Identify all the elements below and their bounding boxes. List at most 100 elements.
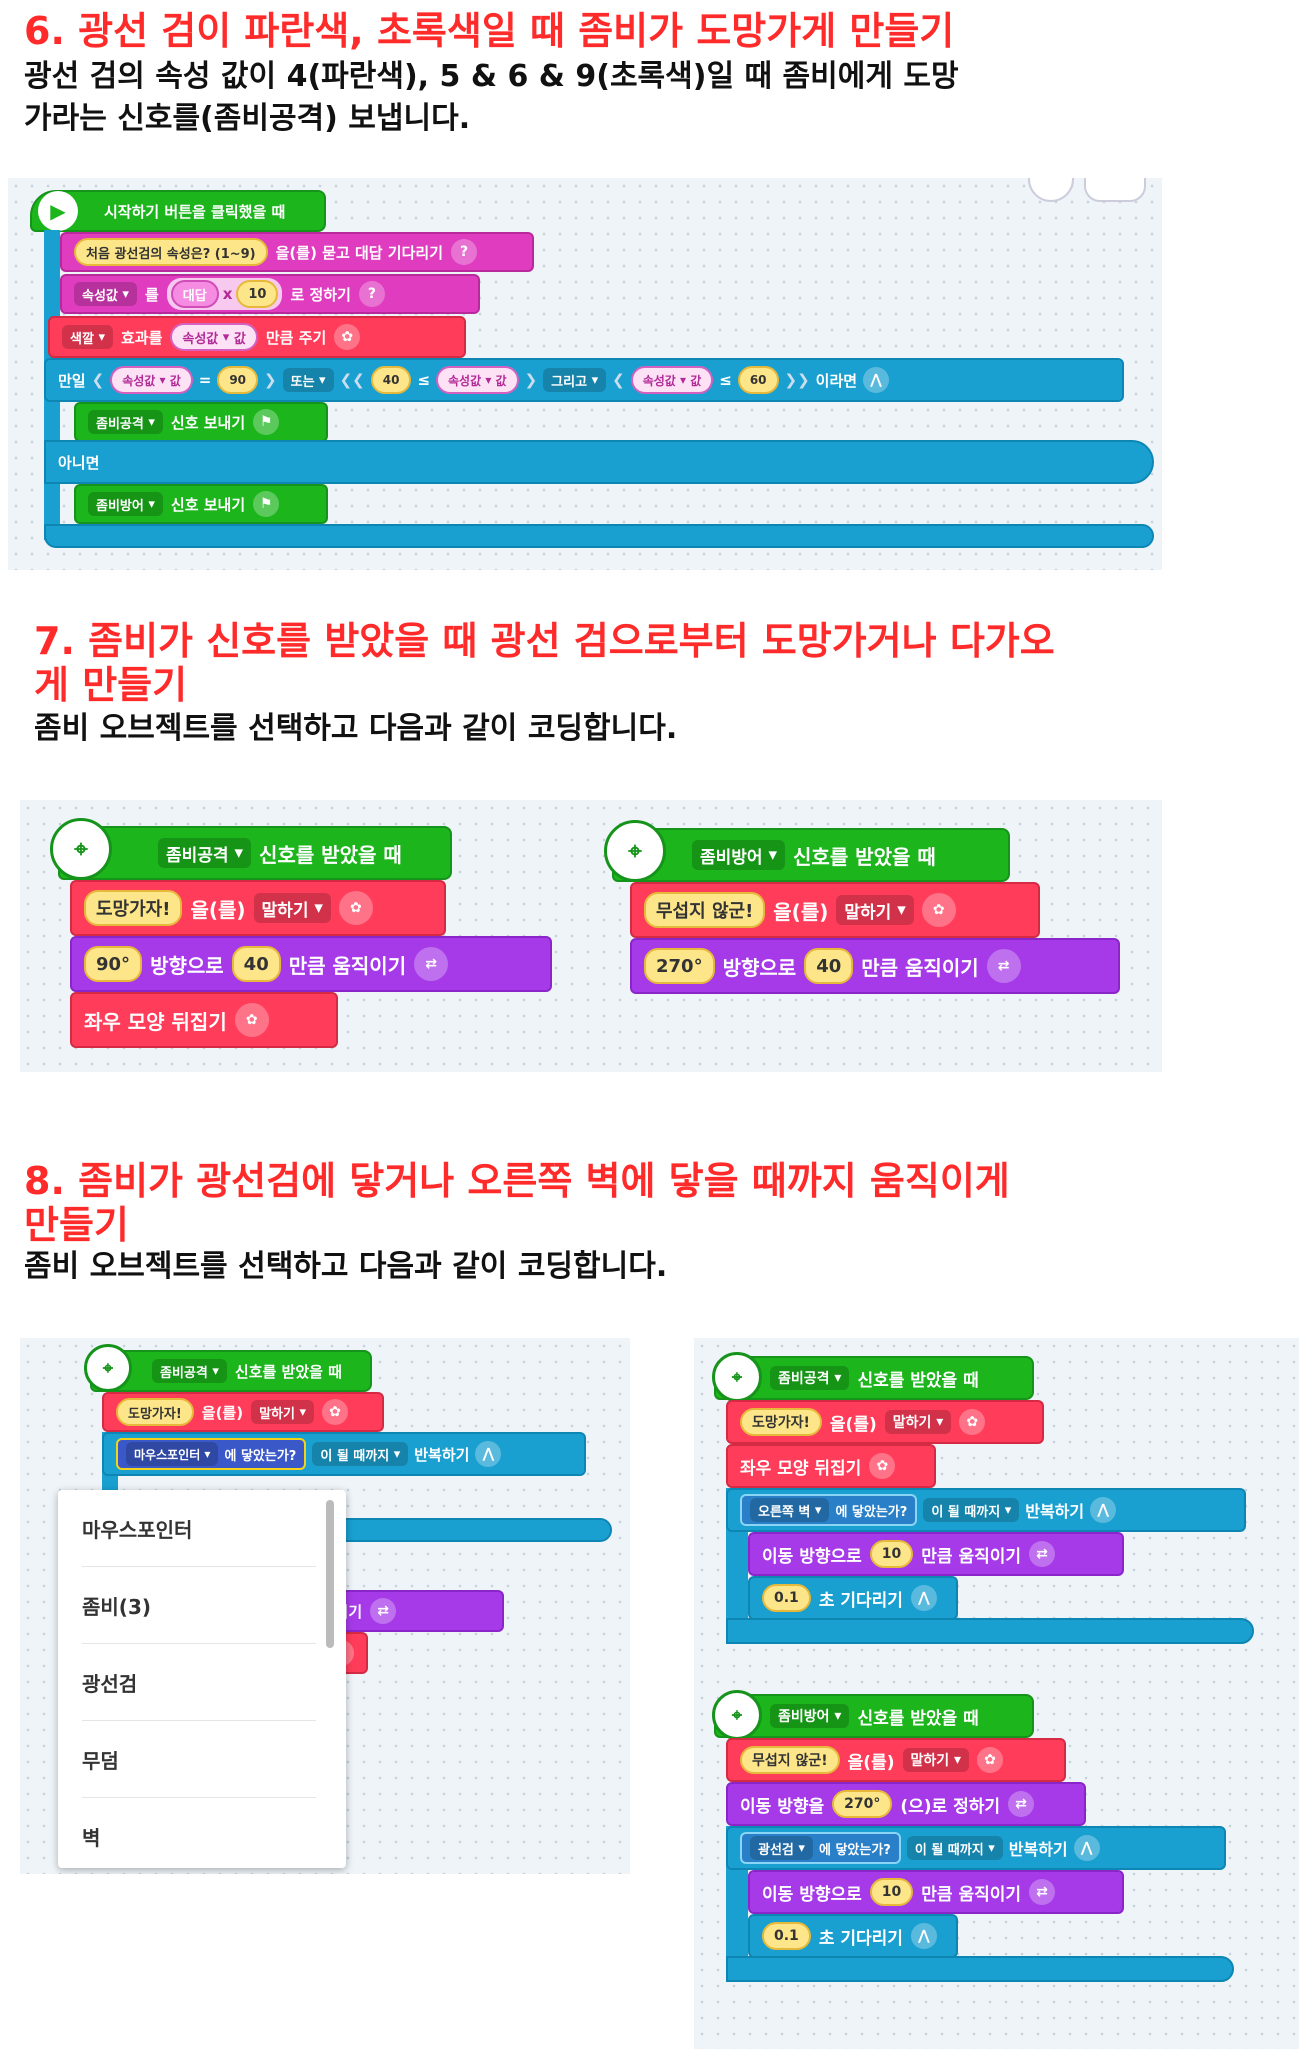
shape-icon: ✿ [338, 891, 373, 925]
value-label: 값 [690, 373, 702, 388]
distance-value[interactable]: 40 [804, 948, 854, 984]
question-icon: ? [358, 281, 385, 307]
set-direction-block[interactable]: 이동 방향을 270° (으)로 정하기 ⇄ [726, 1782, 1086, 1826]
touch-target-dropdown[interactable]: 마우스포인터 ▾ [126, 1442, 219, 1466]
when-signal-received-attack-block[interactable]: 좀비공격 ▾ 신호를 받았을 때 [58, 826, 452, 880]
say-block[interactable]: 도망가자! 을(를) 말하기 ▾ ✿ [726, 1400, 1044, 1444]
distance-value[interactable]: 10 [869, 1540, 914, 1568]
send-label: 신호 보내기 [170, 413, 246, 432]
say-block[interactable]: 도망가자! 을(를) 말하기 ▾ ✿ [102, 1392, 384, 1432]
say-mode-dropdown[interactable]: 말하기 ▾ [836, 895, 914, 925]
menu-scrollbar[interactable] [326, 1500, 334, 1648]
move-direction-block[interactable]: 90° 방향으로 40 만큼 움직이기 ⇄ [70, 936, 552, 992]
touch-label: 에 닿았는가? [224, 1448, 297, 1464]
if-else-block[interactable]: 만일 ❮ 속성값 ▾ 값 = 90 ❯ 또는 ▾ ❮❮ 40 ≤ 속성값 ▾ 값… [44, 358, 1124, 402]
value-label: 값 [233, 331, 246, 347]
move-block[interactable]: 이동 방향으로 10 만큼 움직이기 ⇄ [748, 1870, 1124, 1914]
say-block[interactable]: 무섭지 않군! 을(를) 말하기 ▾ ✿ [630, 882, 1040, 938]
send-signal-defense-block[interactable]: 좀비방어 ▾ 신호 보내기 ⚑ [74, 484, 328, 524]
signal-dropdown[interactable]: 좀비방어 ▾ [770, 1704, 850, 1728]
signal-dropdown[interactable]: 좀비공격 ▾ [158, 838, 252, 868]
compare-value-40[interactable]: 40 [370, 366, 412, 394]
multiplier-value[interactable]: 10 [236, 280, 279, 308]
shape-icon: ✿ [234, 1003, 269, 1037]
when-signal-received-attack-block[interactable]: 좀비공격 ▾ 신호를 받았을 때 [90, 1350, 372, 1392]
effect-dropdown[interactable]: 색깔 ▾ [62, 325, 113, 349]
signal-dropdown[interactable]: 좀비공격 ▾ [770, 1366, 850, 1390]
say-mode-dropdown[interactable]: 말하기 ▾ [251, 1400, 315, 1424]
condition-var1[interactable]: 속성값 ▾ 값 [110, 366, 193, 394]
say-text-pill[interactable]: 도망가자! [84, 890, 183, 926]
until-dropdown[interactable]: 이 될 때까지 ▾ [923, 1498, 1020, 1522]
say-text-pill[interactable]: 도망가자! [740, 1408, 822, 1436]
condition-var3[interactable]: 속성값 ▾ 값 [630, 366, 714, 394]
touching-condition[interactable]: 광선검 ▾ 에 닿았는가? [740, 1832, 901, 1864]
compare-value-60[interactable]: 60 [737, 366, 779, 394]
repeat-until-block[interactable]: 마우스포인터 ▾ 에 닿았는가? 이 될 때까지 ▾ 반복하기 ⋀ [102, 1432, 586, 1476]
when-signal-received-defense-block[interactable]: 좀비방어 ▾ 신호를 받았을 때 [714, 1694, 1034, 1738]
wait-block[interactable]: 0.1 초 기다리기 ⋀ [748, 1914, 958, 1958]
variable-dropdown[interactable]: 속성값 ▾ [74, 282, 137, 306]
repeat-until-block[interactable]: 광선검 ▾ 에 닿았는가? 이 될 때까지 ▾ 반복하기 ⋀ [726, 1826, 1226, 1870]
say-text-pill[interactable]: 무섭지 않군! [644, 892, 766, 928]
signal-dropdown[interactable]: 좀비공격 ▾ [88, 410, 163, 434]
loop-icon: ⋀ [910, 1585, 937, 1611]
direction-value[interactable]: 270° [832, 1790, 893, 1818]
repeat-block-bottom [726, 1618, 1254, 1644]
touch-target-dropdown[interactable]: 오른쪽 벽 ▾ [750, 1498, 830, 1522]
distance-value[interactable]: 10 [869, 1878, 914, 1906]
say-mode-dropdown[interactable]: 말하기 ▾ [884, 1410, 952, 1434]
touch-target-dropdown[interactable]: 광선검 ▾ [750, 1836, 813, 1860]
touch-target: 마우스포인터 [134, 1447, 201, 1462]
menu-item-lightsaber[interactable]: 광선검 [82, 1644, 316, 1721]
say-text-pill[interactable]: 도망가자! [116, 1398, 194, 1426]
flip-horizontal-block[interactable]: 좌우 모양 뒤집기 ✿ [726, 1444, 936, 1488]
condition-var2[interactable]: 속성값 ▾ 값 [436, 366, 519, 394]
wait-seconds-value[interactable]: 0.1 [762, 1584, 811, 1612]
set-variable-block[interactable]: 속성값 ▾ 를 대답 x 10 로 정하기 ? [60, 274, 480, 314]
ask-and-wait-block[interactable]: 처음 광선검의 속성은? (1~9) 을(를) 묻고 대답 기다리기 ? [60, 232, 534, 272]
zoom-out-button[interactable] [1028, 178, 1074, 202]
say-mode-dropdown[interactable]: 말하기 ▾ [902, 1748, 970, 1772]
direction-value[interactable]: 90° [84, 946, 143, 982]
signal-dropdown[interactable]: 좀비공격 ▾ [152, 1359, 227, 1383]
variable-value-reporter[interactable]: 속성값 ▾ 값 [170, 323, 258, 351]
flip-horizontal-block[interactable]: 좌우 모양 뒤집기 ✿ [70, 992, 338, 1048]
say-block[interactable]: 무섭지 않군! 을(를) 말하기 ▾ ✿ [726, 1738, 1066, 1782]
distance-value[interactable]: 40 [231, 946, 281, 982]
until-dropdown[interactable]: 이 될 때까지 ▾ [906, 1836, 1003, 1860]
direction-value[interactable]: 270° [644, 948, 715, 984]
until-dropdown[interactable]: 이 될 때까지 ▾ [312, 1442, 409, 1466]
ask-question-pill[interactable]: 처음 광선검의 속성은? (1~9) [74, 238, 268, 266]
when-signal-received-defense-block[interactable]: 좀비방어 ▾ 신호를 받았을 때 [612, 828, 1010, 882]
variable-name: 속성값 [182, 331, 219, 347]
say-block[interactable]: 도망가자! 을(를) 말하기 ▾ ✿ [70, 880, 446, 936]
wait-block[interactable]: 0.1 초 기다리기 ⋀ [748, 1576, 958, 1620]
and-dropdown[interactable]: 그리고 ▾ [543, 368, 607, 392]
move-direction-block[interactable]: 270° 방향으로 40 만큼 움직이기 ⇄ [630, 938, 1120, 994]
move-block[interactable]: 이동 방향으로 10 만큼 움직이기 ⇄ [748, 1532, 1124, 1576]
signal-name: 좀비방어 [96, 498, 144, 514]
say-text-pill[interactable]: 무섭지 않군! [740, 1746, 840, 1774]
radar-icon: ⌖ [604, 820, 666, 882]
menu-item-wall[interactable]: 벽 [82, 1798, 316, 1874]
section7-desc: 좀비 오브젝트를 선택하고 다음과 같이 코딩합니다. [34, 711, 678, 746]
zoom-in-button[interactable] [1084, 178, 1146, 202]
send-signal-attack-block[interactable]: 좀비공격 ▾ 신호 보내기 ⚑ [74, 402, 328, 442]
signal-dropdown[interactable]: 좀비방어 ▾ [88, 492, 163, 516]
when-signal-received-attack-block[interactable]: 좀비공격 ▾ 신호를 받았을 때 [714, 1356, 1034, 1400]
multiply-expression[interactable]: 대답 x 10 [166, 278, 283, 310]
touching-condition[interactable]: 오른쪽 벽 ▾ 에 닿았는가? [740, 1494, 918, 1526]
or-dropdown[interactable]: 또는 ▾ [282, 368, 334, 392]
compare-value-90[interactable]: 90 [217, 366, 259, 394]
say-mid-label: 을(를) [201, 1403, 244, 1422]
signal-dropdown[interactable]: 좀비방어 ▾ [692, 840, 786, 870]
touching-condition[interactable]: 마우스포인터 ▾ 에 닿았는가? [116, 1438, 307, 1470]
menu-item-mouse-pointer[interactable]: 마우스포인터 [82, 1490, 316, 1567]
wait-seconds-value[interactable]: 0.1 [762, 1922, 811, 1950]
give-effect-block[interactable]: 색깔 ▾ 효과를 속성값 ▾ 값 만큼 주기 ✿ [48, 316, 466, 358]
menu-item-grave[interactable]: 무덤 [82, 1721, 316, 1798]
repeat-until-block[interactable]: 오른쪽 벽 ▾ 에 닿았는가? 이 될 때까지 ▾ 반복하기 ⋀ [726, 1488, 1246, 1532]
menu-item-zombie[interactable]: 좀비(3) [82, 1567, 316, 1644]
say-mode-dropdown[interactable]: 말하기 ▾ [253, 893, 331, 923]
